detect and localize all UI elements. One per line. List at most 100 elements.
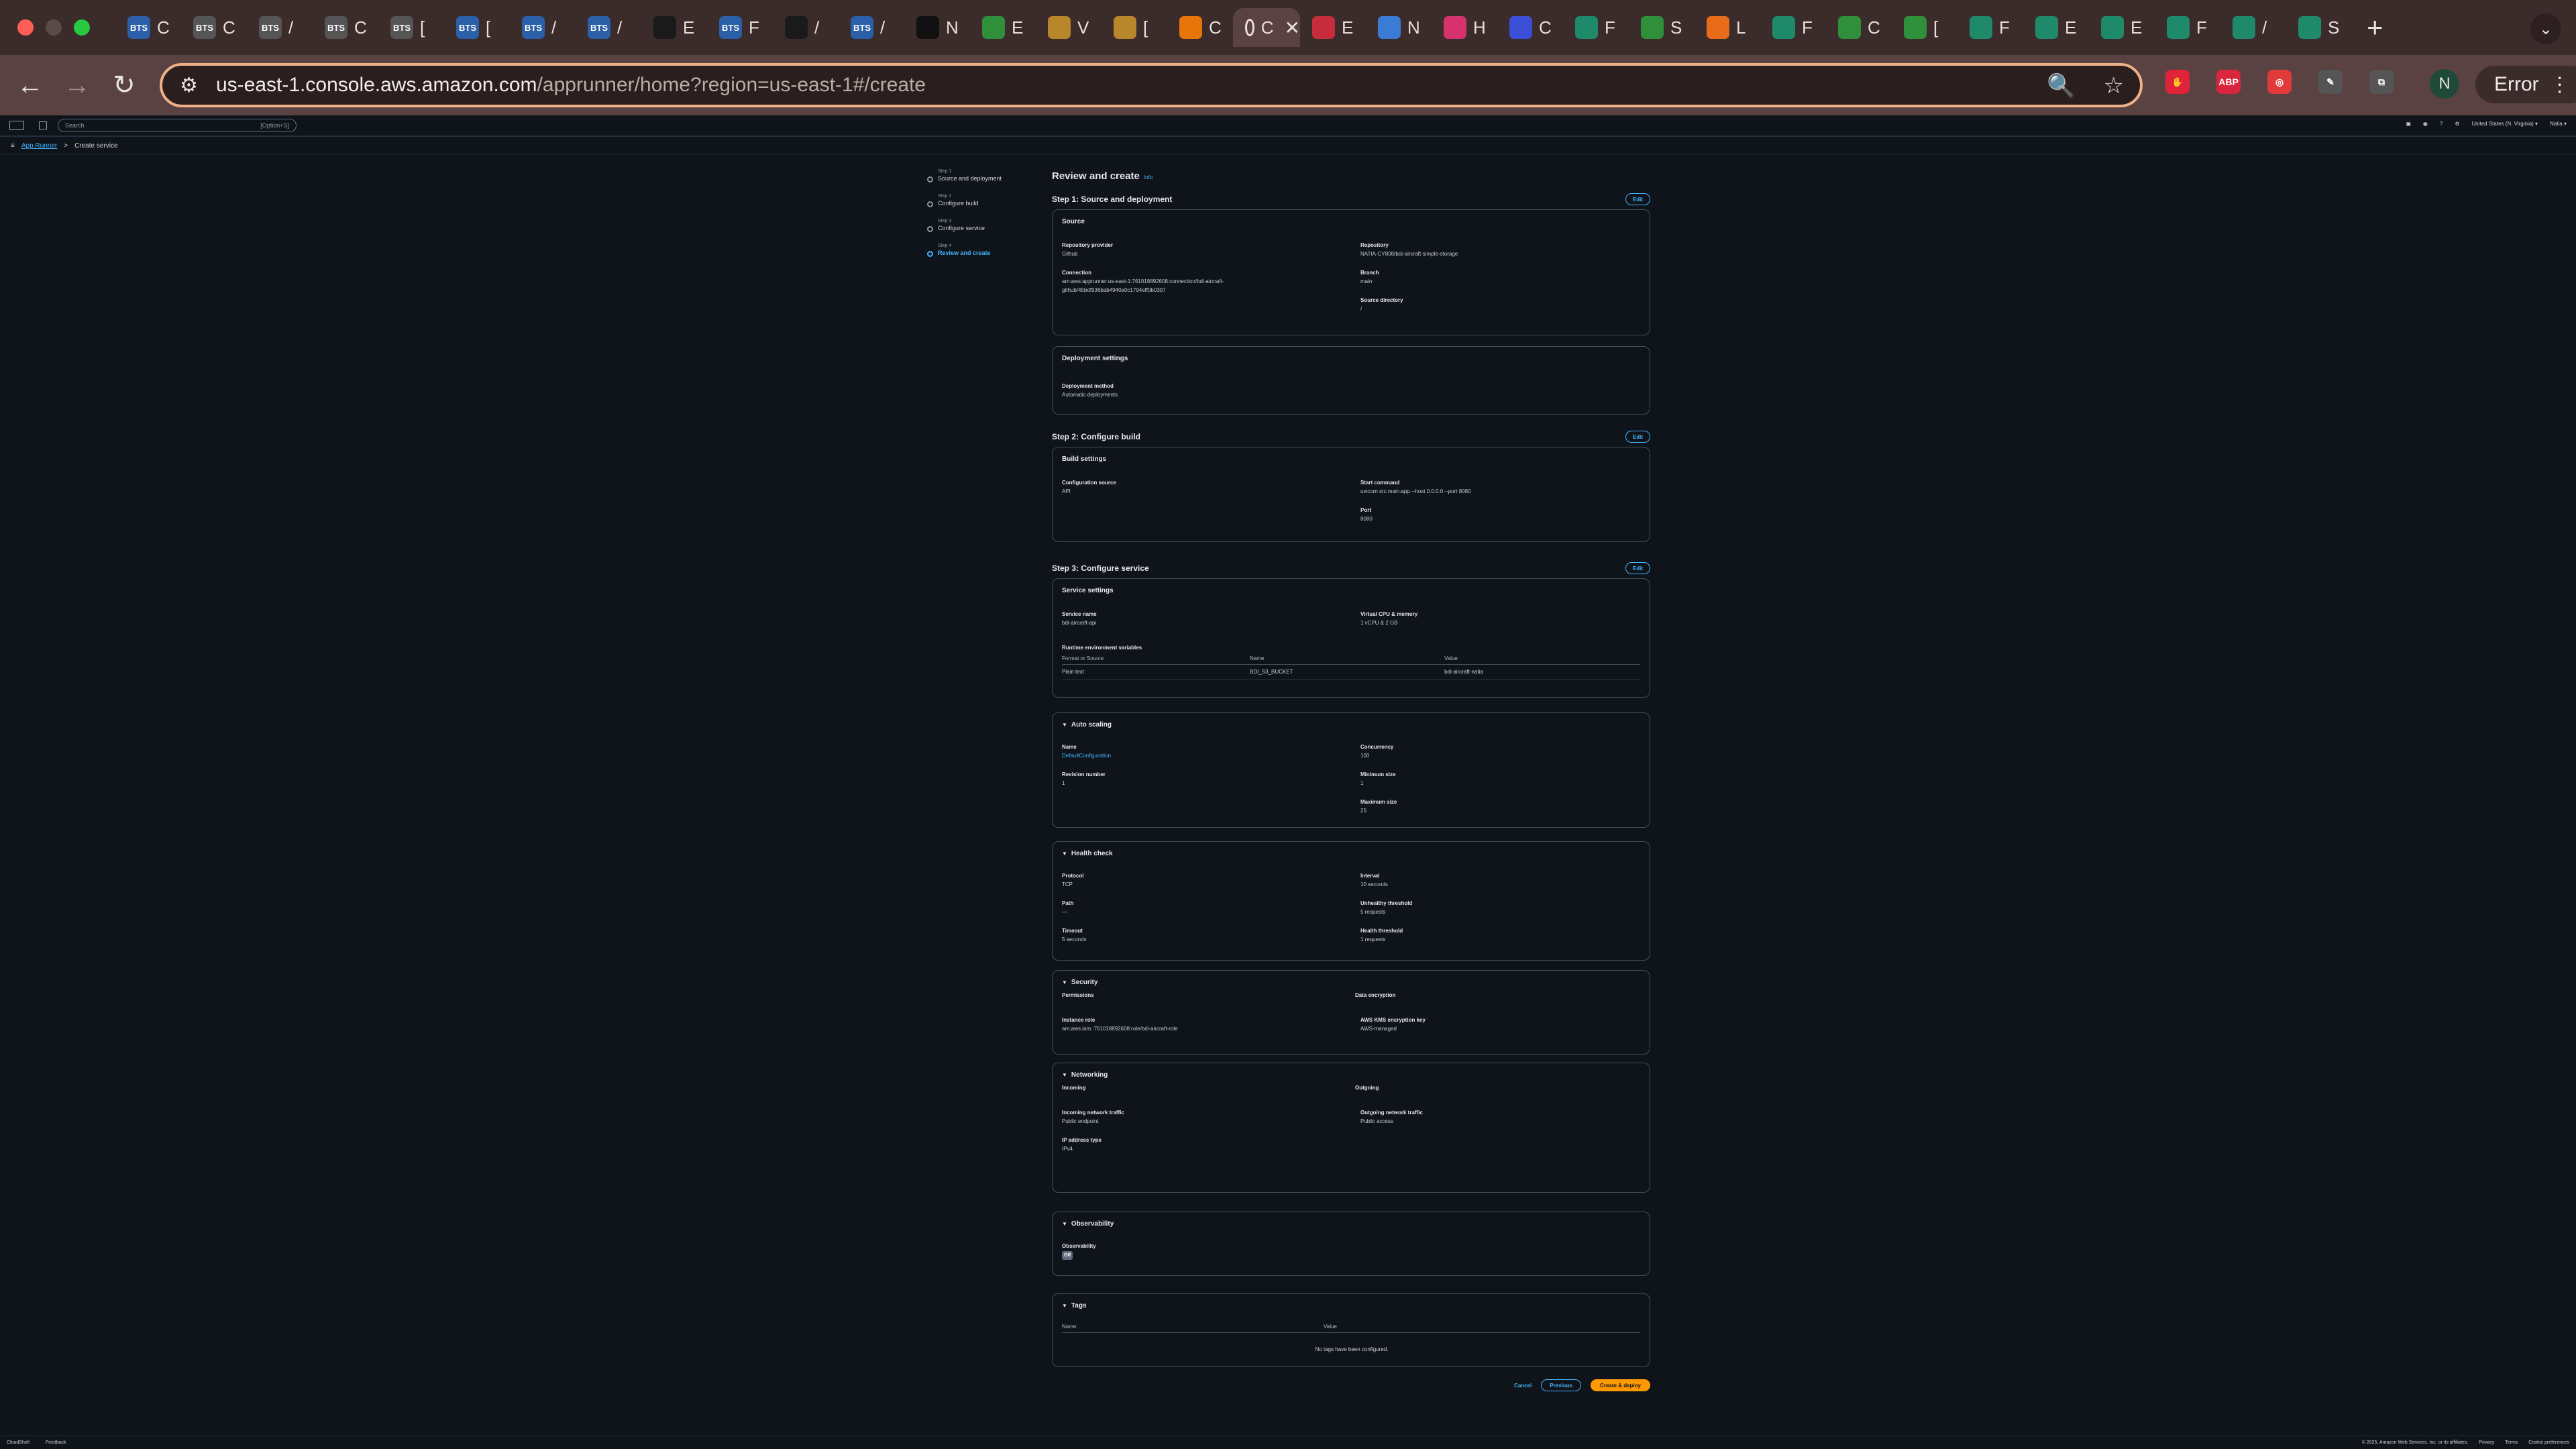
browser-tab[interactable]: F [1563,8,1629,47]
browser-tab[interactable]: BTS F [707,8,773,47]
networking-toggle[interactable]: ▼ Networking [1062,1071,1108,1079]
networking-card: ▼ Networking Incoming Outgoing Incoming n… [1052,1063,1650,1193]
hand-stop-icon[interactable]: ✋ [2165,70,2190,94]
browser-tab[interactable]: BTS C [313,8,378,47]
browser-tab[interactable]: S [2286,8,2352,47]
browser-tab[interactable]: F [2155,8,2220,47]
services-grid-icon[interactable] [39,121,47,129]
bell-icon[interactable]: ◉ [2423,121,2428,127]
help-icon[interactable]: ? [2440,121,2443,127]
tab-search-button[interactable]: ⌄ [2530,13,2561,44]
step-dot-icon [927,176,933,182]
maximize-window-button[interactable] [74,19,90,36]
back-button[interactable]: ← [7,70,54,101]
browser-tab[interactable]: H [1432,8,1497,47]
cloudshell-icon[interactable]: ▣ [2406,121,2411,127]
browser-tab[interactable]: S [1629,8,1695,47]
browser-tab[interactable]: E [970,8,1036,47]
site-settings-icon[interactable]: ⚙ [180,74,198,97]
browser-tab[interactable]: BTS [ [378,8,444,47]
browser-tab[interactable]: C [1497,8,1563,47]
step-build[interactable]: Step 2 Configure build [927,194,1034,219]
previous-button[interactable]: Previous [1541,1379,1582,1391]
hamburger-icon[interactable]: ≡ [11,142,15,150]
close-tab-icon[interactable]: ✕ [1285,17,1300,39]
tab-active[interactable]: C ✕ [1233,8,1300,47]
privacy-link[interactable]: Privacy [2479,1440,2494,1445]
aws-top-nav: Search [Option+S] ▣ ◉ ? ⚙ United States … [0,115,2576,137]
browser-tab[interactable]: [ [1892,8,1957,47]
browser-tab[interactable]: F [1957,8,2023,47]
browser-tab[interactable]: L [1695,8,1760,47]
bookmark-star-icon[interactable]: ☆ [2104,72,2124,99]
tags-toggle[interactable]: ▼ Tags [1062,1302,1087,1309]
browser-tab[interactable]: F [1760,8,1826,47]
cookie-preferences-link[interactable]: Cookie preferences [2528,1440,2569,1445]
error-button[interactable]: Error ⋮ [2475,66,2576,103]
browser-tab[interactable]: C [1826,8,1892,47]
new-tab-button[interactable]: + [2367,11,2383,44]
browser-tab[interactable]: V [1036,8,1102,47]
auto-scaling-toggle[interactable]: ▼ Auto scaling [1062,721,1112,729]
puzzle-icon[interactable]: ⧉ [2369,70,2394,94]
permissions-subheading: Permissions [1062,992,1094,998]
kv-key: Virtual CPU & memory [1360,611,1418,617]
aws-search-input[interactable]: Search [Option+S] [58,119,297,132]
browser-tab[interactable]: / [2220,8,2286,47]
default-configuration-link[interactable]: DefaultConfiguration [1062,751,1111,760]
profile-avatar[interactable]: N [2430,69,2459,99]
settings-icon[interactable]: ⚙ [2455,121,2459,127]
tab-title: [ [1143,17,1148,38]
breadcrumb-app-runner[interactable]: App Runner [21,142,57,150]
region-selector[interactable]: United States (N. Virginia) ▾ [2472,121,2538,127]
terms-link[interactable]: Terms [2505,1440,2518,1445]
feather-icon[interactable]: ✎ [2318,70,2343,94]
edit-step2-button[interactable]: Edit [1625,431,1650,443]
aws-logo-icon[interactable] [9,121,24,130]
feedback-link[interactable]: Feedback [46,1440,66,1445]
account-menu[interactable]: Natia ▾ [2550,121,2567,127]
browser-tab[interactable]: [ [1102,8,1167,47]
record-icon[interactable]: ◎ [2267,70,2292,94]
edit-step3-button[interactable]: Edit [1625,562,1650,574]
address-bar[interactable]: ⚙ us-east-1.console.aws.amazon.com/appru… [160,63,2143,107]
close-window-button[interactable] [17,19,34,36]
browser-tab[interactable]: E [1300,8,1366,47]
step-service[interactable]: Step 3 Configure service [927,219,1034,244]
browser-tab[interactable]: BTS / [247,8,313,47]
browser-tab[interactable]: BTS C [115,8,181,47]
cloudshell-link[interactable]: CloudShell [7,1440,30,1445]
kv-key: Minimum size [1360,771,1396,777]
observability-toggle[interactable]: ▼ Observability [1062,1220,1114,1228]
create-deploy-button[interactable]: Create & deploy [1591,1379,1650,1391]
section-title: Health check [1071,850,1113,857]
security-toggle[interactable]: ▼ Security [1062,979,1097,986]
browser-tab[interactable]: E [641,8,707,47]
browser-tab[interactable]: BTS / [839,8,904,47]
browser-tab[interactable]: BTS / [510,8,576,47]
browser-tab[interactable]: E [2089,8,2155,47]
zoom-icon[interactable]: 🔍 [2047,72,2075,99]
forward-button[interactable]: → [54,70,101,101]
step-source[interactable]: Step 1 Source and deployment [927,169,1034,194]
info-link[interactable]: Info [1144,174,1152,180]
bts-icon: BTS [588,16,610,39]
browser-tab[interactable]: / [773,8,839,47]
browser-tab[interactable]: N [904,8,970,47]
browser-tab[interactable]: BTS C [181,8,247,47]
browser-tab[interactable]: BTS [ [444,8,510,47]
start-command: Start command uvicorn src.main:app --host… [1360,478,1471,496]
browser-tab[interactable]: BTS / [576,8,641,47]
tab-title: / [288,17,294,38]
cancel-button[interactable]: Cancel [1514,1383,1532,1389]
browser-tab[interactable]: E [2023,8,2089,47]
adblock-icon[interactable]: ABP [2216,70,2241,94]
health-check-toggle[interactable]: ▼ Health check [1062,850,1113,857]
browser-tab[interactable]: N [1366,8,1432,47]
minimize-window-button[interactable] [46,19,62,36]
edit-step1-button[interactable]: Edit [1625,193,1650,205]
reload-button[interactable]: ↻ [101,70,148,101]
browser-tab[interactable]: C [1167,8,1233,47]
kv-key: Path [1062,900,1074,906]
tab-title: E [2131,17,2143,38]
